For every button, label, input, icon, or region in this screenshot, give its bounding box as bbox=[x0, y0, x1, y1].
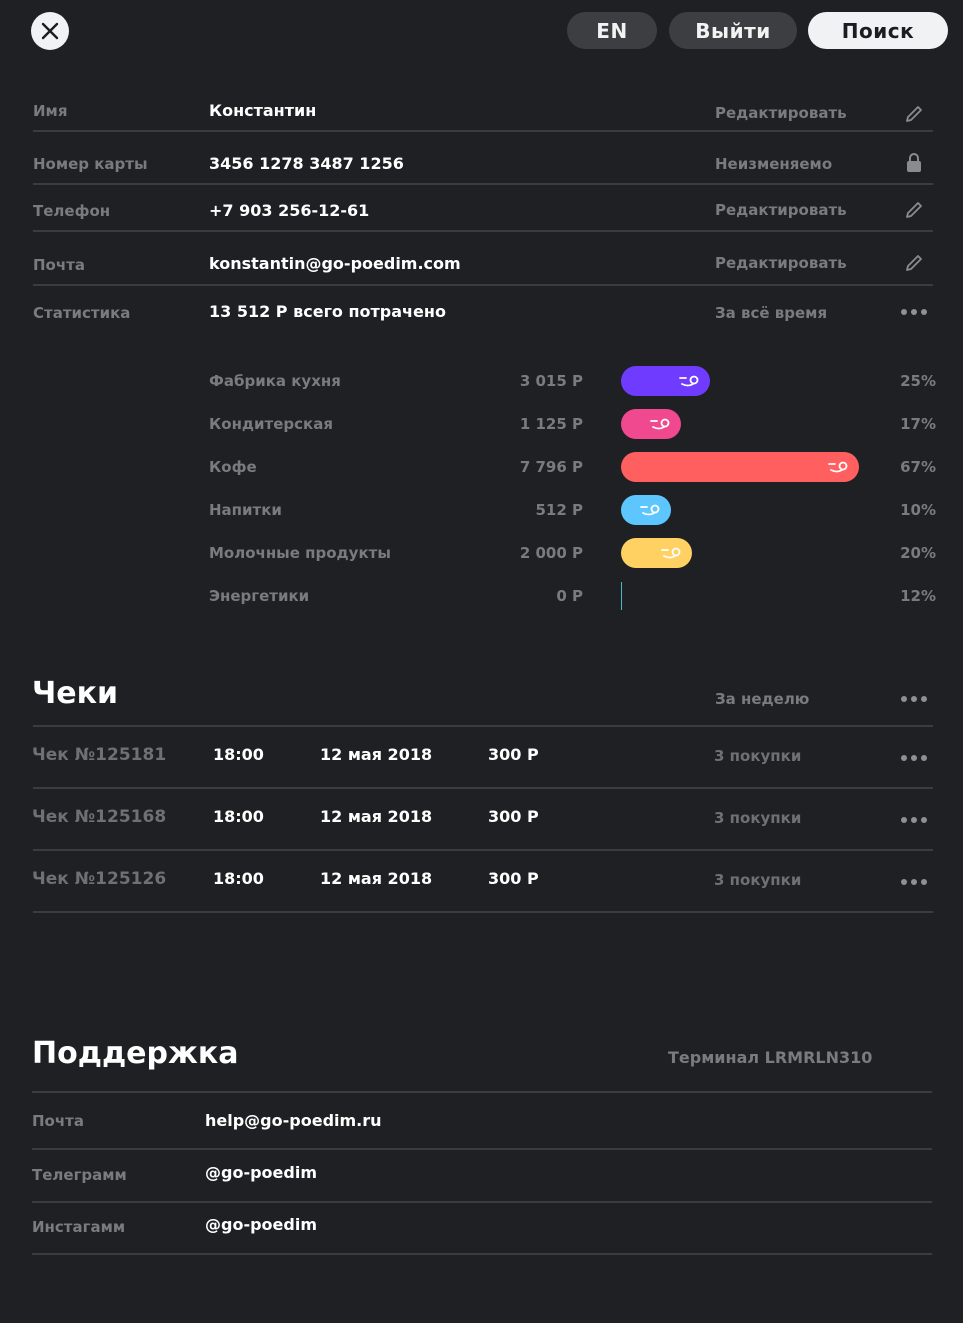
stat-category-name: Энергетики bbox=[209, 587, 310, 605]
card-immutable-status: Неизменяемо bbox=[715, 155, 833, 173]
divider bbox=[33, 230, 933, 232]
support-telegram-label: Телеграмм bbox=[32, 1166, 127, 1184]
terminal-id: Терминал LRMRLN310 bbox=[668, 1048, 873, 1067]
divider bbox=[33, 183, 933, 185]
name-value: Константин bbox=[209, 101, 317, 120]
check-items-count: 3 покупки bbox=[714, 747, 802, 765]
check-date: 12 мая 2018 bbox=[320, 745, 433, 764]
more-dots-icon[interactable] bbox=[901, 755, 927, 761]
divider bbox=[32, 1253, 932, 1255]
stats-period-select[interactable]: За всё время bbox=[715, 304, 827, 322]
smile-face-icon bbox=[650, 418, 670, 430]
divider bbox=[33, 284, 933, 286]
name-label: Имя bbox=[33, 102, 68, 120]
logout-button[interactable]: Выйти bbox=[669, 12, 797, 49]
stat-category-name: Кофе bbox=[209, 458, 257, 476]
language-button[interactable]: EN bbox=[567, 12, 657, 49]
stats-label: Статистика bbox=[33, 304, 131, 322]
stat-category-amount: 2 000 Р bbox=[519, 544, 583, 562]
check-sum: 300 Р bbox=[488, 807, 539, 826]
check-time: 18:00 bbox=[213, 745, 264, 764]
stat-category-percent: 12% bbox=[900, 587, 936, 605]
phone-label: Телефон bbox=[33, 202, 111, 220]
stat-category-name: Кондитерская bbox=[209, 415, 333, 433]
more-dots-icon[interactable] bbox=[901, 879, 927, 885]
email-value: konstantin@go-poedim.com bbox=[209, 254, 461, 273]
pencil-icon[interactable] bbox=[904, 200, 924, 220]
edit-phone-link[interactable]: Редактировать bbox=[715, 201, 847, 219]
more-dots-icon[interactable] bbox=[901, 817, 927, 823]
check-items-count: 3 покупки bbox=[714, 809, 802, 827]
support-email-link[interactable]: help@go-poedim.ru bbox=[205, 1111, 382, 1130]
support-title: Поддержка bbox=[32, 1036, 239, 1071]
check-time: 18:00 bbox=[213, 807, 264, 826]
divider bbox=[33, 725, 933, 727]
edit-email-link[interactable]: Редактировать bbox=[715, 254, 847, 272]
divider bbox=[32, 1148, 932, 1150]
more-dots-icon[interactable] bbox=[901, 309, 927, 315]
divider bbox=[33, 849, 933, 851]
stat-bar bbox=[621, 495, 671, 525]
checks-period-select[interactable]: За неделю bbox=[715, 690, 809, 708]
check-sum: 300 Р bbox=[488, 745, 539, 764]
divider bbox=[32, 1201, 932, 1203]
check-date: 12 мая 2018 bbox=[320, 869, 433, 888]
support-instagram-label: Инстагамм bbox=[32, 1218, 126, 1236]
stat-category-amount: 512 Р bbox=[535, 501, 583, 519]
divider bbox=[33, 911, 933, 913]
stat-category-percent: 67% bbox=[900, 458, 936, 476]
stat-bar bbox=[621, 452, 859, 482]
smile-face-icon bbox=[679, 375, 699, 387]
stat-category-name: Молочные продукты bbox=[209, 544, 391, 562]
check-items-count: 3 покупки bbox=[714, 871, 802, 889]
smile-face-icon bbox=[640, 504, 660, 516]
stat-category-percent: 17% bbox=[900, 415, 936, 433]
phone-value: +7 903 256-12-61 bbox=[209, 201, 370, 220]
stat-category-amount: 0 Р bbox=[556, 587, 583, 605]
more-dots-icon[interactable] bbox=[901, 696, 927, 702]
edit-name-link[interactable]: Редактировать bbox=[715, 104, 847, 122]
divider bbox=[33, 130, 933, 132]
support-email-label: Почта bbox=[32, 1112, 84, 1130]
stat-category-amount: 7 796 Р bbox=[519, 458, 583, 476]
search-button[interactable]: Поиск bbox=[808, 12, 948, 49]
support-telegram-link[interactable]: @go-poedim bbox=[205, 1163, 317, 1182]
check-number: Чек №125181 bbox=[32, 745, 167, 765]
stat-category-percent: 25% bbox=[900, 372, 936, 390]
email-label: Почта bbox=[33, 256, 85, 274]
smile-face-icon bbox=[828, 461, 848, 473]
check-number: Чек №125126 bbox=[32, 869, 167, 889]
support-instagram-link[interactable]: @go-poedim bbox=[205, 1215, 317, 1234]
check-number: Чек №125168 bbox=[32, 807, 167, 827]
smile-face-icon bbox=[661, 547, 681, 559]
lock-icon bbox=[907, 153, 921, 172]
stat-bar bbox=[621, 538, 692, 568]
check-time: 18:00 bbox=[213, 869, 264, 888]
card-number-value: 3456 1278 3487 1256 bbox=[209, 154, 404, 173]
pencil-icon[interactable] bbox=[904, 104, 924, 124]
stat-category-amount: 1 125 Р bbox=[519, 415, 583, 433]
check-date: 12 мая 2018 bbox=[320, 807, 433, 826]
stat-bar bbox=[621, 366, 710, 396]
check-sum: 300 Р bbox=[488, 869, 539, 888]
checks-title: Чеки bbox=[32, 676, 118, 711]
stat-bar-empty bbox=[621, 582, 622, 610]
close-icon bbox=[41, 22, 59, 40]
divider bbox=[33, 787, 933, 789]
divider bbox=[32, 1091, 932, 1093]
stat-category-percent: 20% bbox=[900, 544, 936, 562]
stats-total-value: 13 512 Р всего потрачено bbox=[209, 302, 446, 321]
stat-category-name: Напитки bbox=[209, 501, 282, 519]
stat-bar bbox=[621, 409, 681, 439]
stat-category-percent: 10% bbox=[900, 501, 936, 519]
stat-category-name: Фабрика кухня bbox=[209, 372, 341, 390]
close-button[interactable] bbox=[31, 12, 69, 50]
stat-category-amount: 3 015 Р bbox=[519, 372, 583, 390]
card-number-label: Номер карты bbox=[33, 155, 148, 173]
pencil-icon[interactable] bbox=[904, 253, 924, 273]
